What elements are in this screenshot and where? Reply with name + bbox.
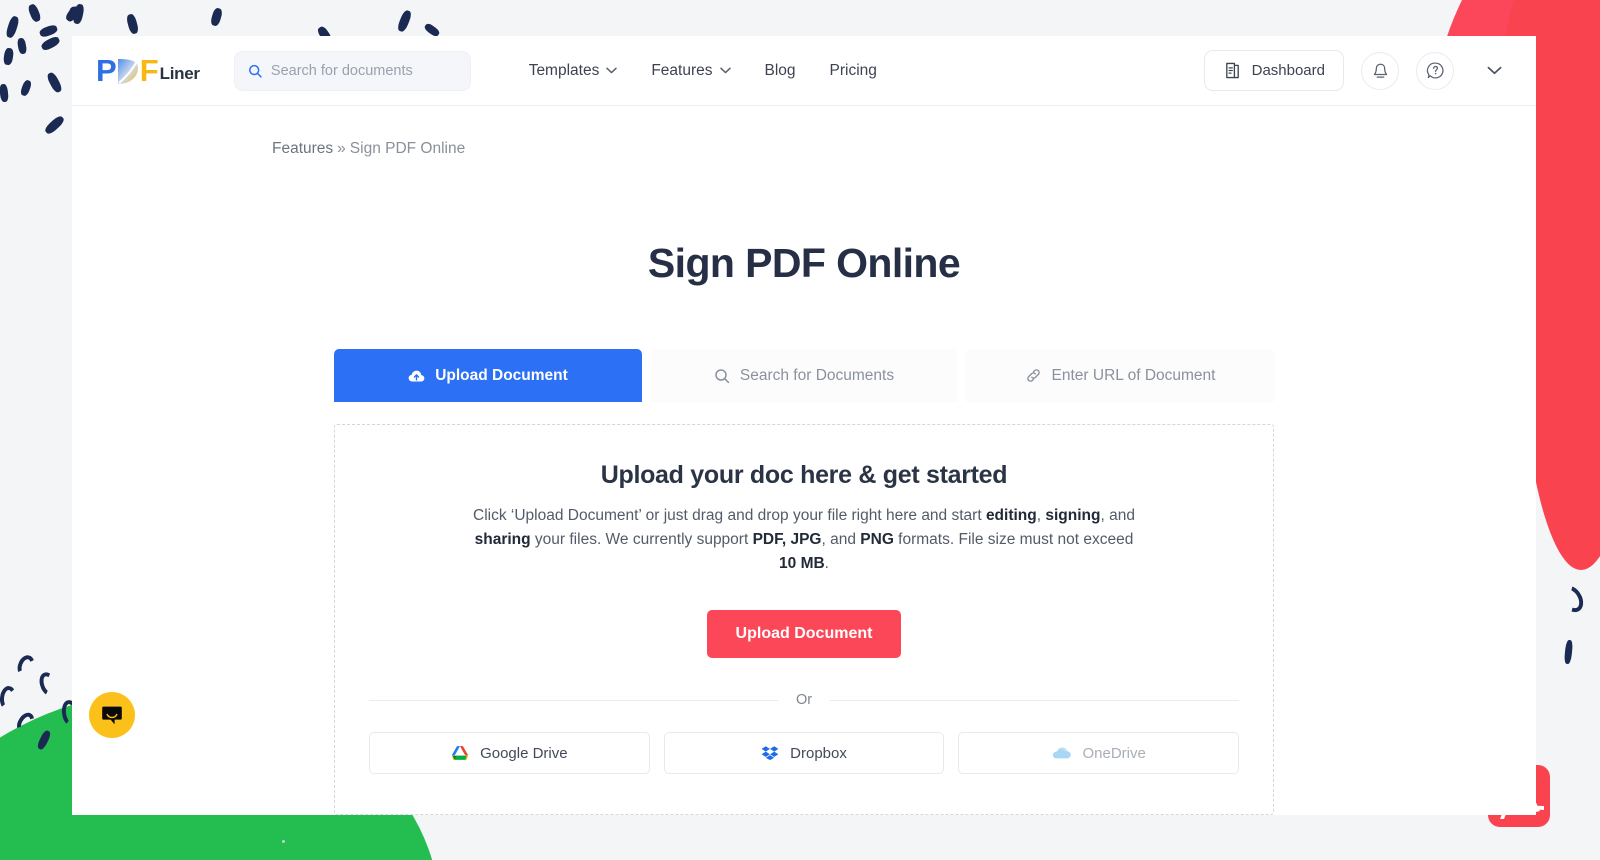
nav-item-templates[interactable]: Templates [529, 62, 618, 80]
nav-label: Pricing [829, 61, 877, 79]
chevron-down-icon [1487, 66, 1502, 75]
breadcrumb-parent-link[interactable]: Features [272, 140, 333, 157]
tab-label: Search for Documents [739, 366, 895, 384]
confetti-dash [4, 15, 21, 39]
confetti-dash [396, 9, 413, 33]
pdfliner-logo[interactable]: P F Liner [96, 55, 200, 86]
tab-upload-document[interactable]: Upload Document [334, 349, 642, 402]
logo-letter-p: P [96, 53, 117, 88]
notifications-button[interactable] [1361, 51, 1399, 90]
desc-part: Click ‘Upload Document’ or just drag and… [473, 507, 986, 524]
confetti-curve [36, 670, 60, 698]
dropzone-wrapper: Upload your doc here & get started Click… [72, 424, 1536, 816]
desc-part: , and [821, 531, 861, 549]
nav-label: Features [651, 61, 713, 79]
page-body: Features» Sign PDF Online Sign PDF Online… [72, 106, 1536, 816]
desc-part: , and [1100, 507, 1135, 524]
or-label: Or [795, 692, 813, 709]
confetti-dash [1563, 639, 1574, 665]
desc-part: . [824, 555, 829, 573]
page-container: P F Liner Search for documents Templates… [72, 36, 1536, 816]
desc-emphasis: signing [1045, 507, 1101, 524]
chat-launcher-button[interactable] [89, 692, 135, 738]
upload-document-button[interactable]: Upload Document [706, 610, 902, 659]
logo-letter-d-leaf [116, 56, 140, 86]
site-header: P F Liner Search for documents Templates… [72, 36, 1536, 106]
search-input[interactable] [270, 62, 457, 79]
logo-suffix: Liner [159, 64, 200, 83]
desc-part: formats. File size must not exceed [893, 531, 1134, 549]
nav-item-pricing[interactable]: Pricing [830, 62, 877, 80]
breadcrumb: Features» Sign PDF Online [72, 106, 1536, 158]
nav-item-blog[interactable]: Blog [765, 62, 796, 80]
confetti-curve [0, 685, 18, 711]
confetti-dash [45, 71, 64, 94]
question-mark-icon [1426, 62, 1444, 79]
confetti-dash [19, 79, 33, 97]
desc-emphasis: editing [985, 507, 1037, 524]
onedrive-button[interactable]: OneDrive [958, 732, 1240, 775]
logo-leaf-icon [117, 58, 138, 84]
chevron-down-icon [719, 67, 731, 74]
dropbox-button[interactable]: Dropbox [663, 732, 945, 775]
dashboard-button[interactable]: Dashboard [1203, 50, 1344, 91]
confetti-dash [125, 13, 140, 35]
onedrive-icon [1052, 747, 1071, 759]
breadcrumb-separator: » [337, 140, 346, 157]
nav-label: Templates [528, 61, 600, 79]
help-button[interactable] [1416, 51, 1454, 90]
desc-part: your files. We currently support [530, 531, 753, 549]
chat-bubble-icon [102, 706, 122, 724]
confetti-dash [0, 83, 9, 103]
cloud-storage-options: Google Drive Dropbox OneDrive [369, 732, 1240, 775]
link-icon [1026, 369, 1040, 382]
confetti-curve [1556, 581, 1588, 617]
logo-letter-f: F [139, 53, 159, 88]
dashboard-label: Dashboard [1251, 62, 1325, 79]
confetti-curve [14, 652, 38, 680]
confetti-dash [26, 2, 43, 24]
desc-emphasis: 10 MB [779, 555, 825, 573]
search-icon [248, 64, 262, 78]
desc-emphasis: PNG [860, 531, 894, 549]
confetti-dash [43, 114, 66, 136]
bell-icon [1373, 63, 1387, 78]
breadcrumb-current: Sign PDF Online [349, 140, 466, 157]
desc-emphasis: PDF, JPG [752, 531, 822, 549]
dropzone-description: Click ‘Upload Document’ or just drag and… [464, 504, 1144, 576]
search-field[interactable] [233, 50, 471, 91]
confetti-dash [2, 47, 15, 66]
chevron-down-icon [606, 67, 618, 74]
nav-label: Blog [764, 61, 796, 79]
dropzone-title: Upload your doc here & get started [600, 461, 1008, 489]
logo-lettermark: P F [96, 53, 159, 88]
main-navigation: Templates Features Blog Pricing [529, 62, 877, 80]
account-menu-button[interactable] [1471, 58, 1512, 83]
google-drive-icon [451, 745, 469, 760]
page-title: Sign PDF Online [647, 240, 961, 286]
cloud-upload-icon [408, 370, 425, 382]
desc-emphasis: sharing [474, 531, 531, 549]
tab-enter-url[interactable]: Enter URL of Document [966, 349, 1274, 402]
nav-item-features[interactable]: Features [651, 61, 731, 80]
cloud-label: Dropbox [790, 744, 847, 762]
confetti-dash [39, 35, 62, 52]
google-drive-button[interactable]: Google Drive [369, 732, 650, 775]
document-icon [1225, 62, 1239, 79]
tab-search-documents[interactable]: Search for Documents [650, 349, 958, 402]
confetti-dash [16, 37, 28, 55]
dot-decoration [282, 840, 285, 843]
cloud-label: OneDrive [1082, 744, 1146, 762]
search-icon [715, 368, 730, 383]
upload-source-tabs: Upload Document Search for Documents Ent… [72, 349, 1536, 402]
cloud-label: Google Drive [480, 744, 568, 762]
dropbox-icon [761, 746, 779, 761]
or-divider: Or [369, 692, 1239, 708]
tab-label: Enter URL of Document [1051, 366, 1216, 384]
tab-label: Upload Document [435, 366, 568, 384]
file-dropzone[interactable]: Upload your doc here & get started Click… [334, 424, 1274, 816]
header-actions: Dashboard [1203, 50, 1512, 91]
confetti-dash [209, 7, 224, 27]
